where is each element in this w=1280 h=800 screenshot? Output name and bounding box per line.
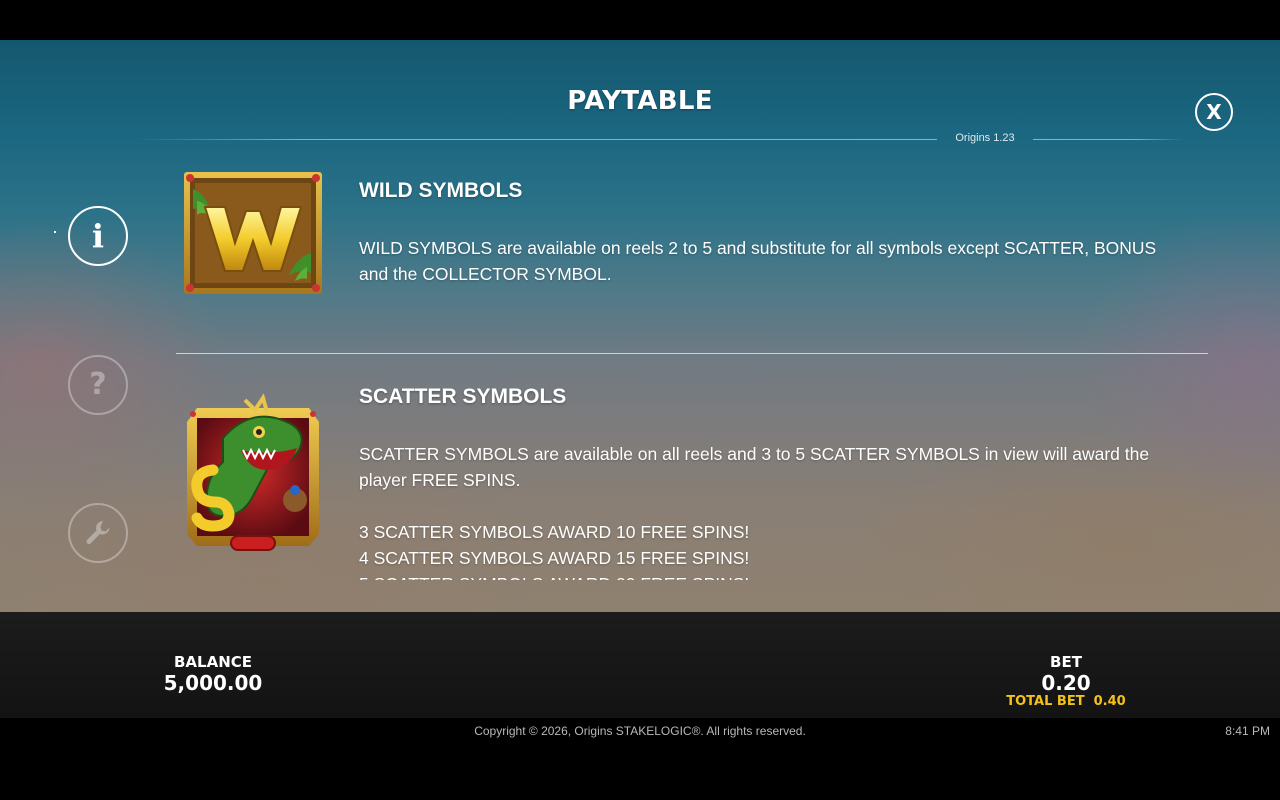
info-button[interactable]: i [68, 206, 128, 266]
scatter-description: SCATTER SYMBOLS are available on all ree… [359, 444, 1150, 490]
bet-label: BET [1050, 653, 1082, 671]
balance-label: BALANCE [173, 653, 253, 671]
info-icon: i [91, 217, 105, 255]
wild-description: WILD SYMBOLS are available on reels 2 to… [359, 238, 1157, 284]
scatter-award-4: 4 SCATTER SYMBOLS AWARD 15 FREE SPINS! [359, 548, 750, 568]
balance-display: BALANCE 5,000.00 [133, 653, 293, 695]
bottom-bar: BALANCE 5,000.00 BET 0.20 TOTAL BET 0.40 [0, 612, 1280, 718]
balance-value: 5,000.00 [163, 671, 263, 695]
bet-value: 0.20 [1041, 671, 1091, 695]
scatter-heading: SCATTER SYMBOLS [359, 385, 567, 408]
settings-button[interactable] [68, 503, 128, 563]
wild-heading: WILD SYMBOLS [359, 179, 523, 202]
scatter-award-5: 5 SCATTER SYMBOLS AWARD 20 FREE SPINS! [359, 571, 1189, 580]
wrench-icon [86, 521, 110, 544]
clock-time: 8:41 PM [1225, 724, 1270, 738]
copyright-text: Copyright © 2026, Origins STAKELOGIC®. A… [474, 724, 806, 738]
scatter-award-3: 3 SCATTER SYMBOLS AWARD 10 FREE SPINS! [359, 522, 750, 542]
help-button[interactable]: ? [68, 355, 128, 415]
bet-display: BET 0.20 [986, 653, 1146, 695]
wild-symbol-icon [184, 172, 322, 294]
total-bet-label: TOTAL BET [1006, 694, 1085, 709]
help-icon: ? [89, 367, 107, 402]
paytable-panel: PAYTABLE Origins 1.23 X i ? WILD SYMBOLS… [0, 40, 1280, 612]
scatter-symbol-icon [187, 393, 319, 551]
section-divider [176, 353, 1208, 354]
paytable-scroll-area[interactable]: WILD SYMBOLS WILD SYMBOLS are available … [176, 40, 1208, 580]
total-bet-display: TOTAL BET 0.40 [966, 694, 1166, 709]
side-indicator-dot [54, 231, 56, 233]
total-bet-value: 0.40 [1093, 694, 1126, 709]
top-bar [0, 0, 1280, 40]
